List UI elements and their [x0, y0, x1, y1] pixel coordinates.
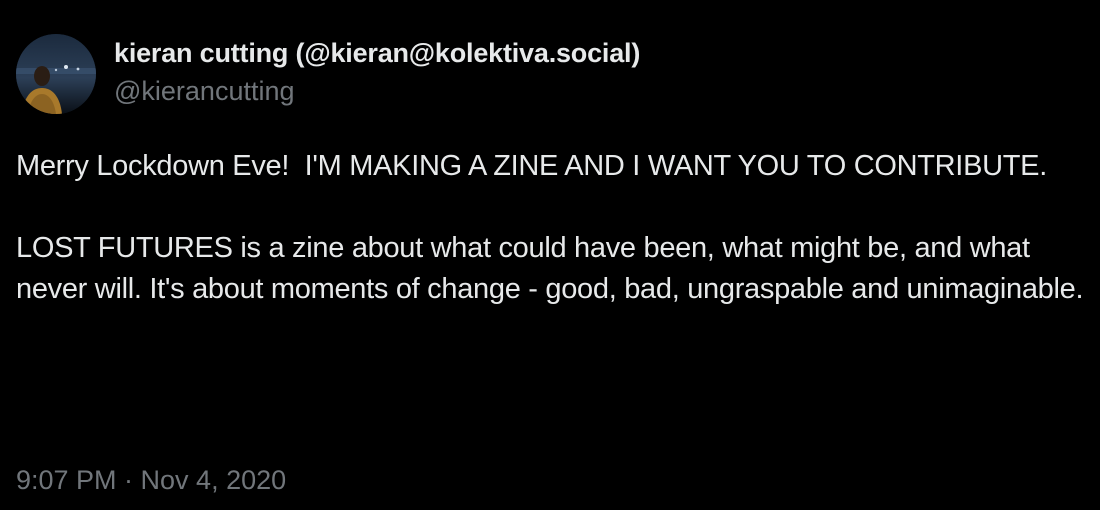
avatar[interactable]	[16, 34, 96, 114]
author-display-name[interactable]: kieran cutting (@kieran@kolektiva.social…	[114, 36, 640, 70]
avatar-photo-icon	[16, 34, 96, 114]
author-block: kieran cutting (@kieran@kolektiva.social…	[114, 36, 640, 108]
tweet-card: kieran cutting (@kieran@kolektiva.social…	[0, 0, 1100, 510]
tweet-text: Merry Lockdown Eve! I'M MAKING A ZINE AN…	[16, 146, 1092, 310]
author-handle[interactable]: @kierancutting	[114, 74, 640, 108]
tweet-paragraph: LOST FUTURES is a zine about what could …	[16, 232, 1084, 305]
tweet-timestamp[interactable]: 9:07 PM · Nov 4, 2020	[16, 462, 286, 498]
tweet-paragraph: Merry Lockdown Eve! I'M MAKING A ZINE AN…	[16, 150, 1047, 182]
